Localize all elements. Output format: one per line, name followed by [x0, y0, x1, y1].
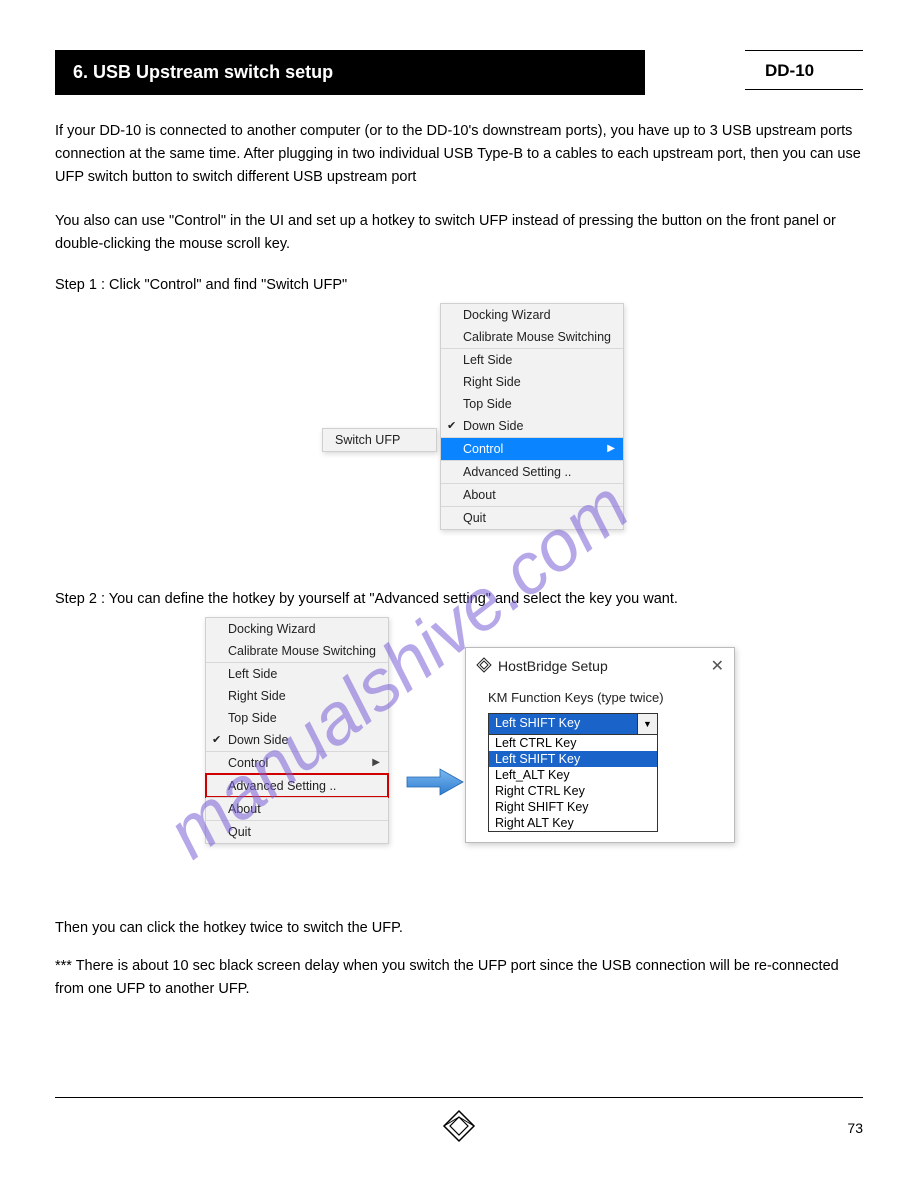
menu-item-down-side[interactable]: ✔ Down Side	[441, 415, 623, 437]
menu-item-advanced-highlighted[interactable]: Advanced Setting ..	[206, 774, 388, 797]
closing-p1: Then you can click the hotkey twice to s…	[55, 917, 863, 940]
header-right: DD-10	[745, 50, 863, 90]
footer-divider	[55, 1097, 863, 1098]
step-2: Step 2 : You can define the hotkey by yo…	[55, 588, 863, 611]
chevron-down-icon[interactable]: ▼	[637, 714, 657, 734]
select-value: Left SHIFT Key	[489, 714, 637, 734]
dialog-titlebar: HostBridge Setup ✕	[466, 648, 734, 684]
arrow-icon	[405, 767, 465, 802]
menu-item-label: Control	[228, 756, 268, 770]
body-text: If your DD-10 is connected to another co…	[55, 120, 863, 297]
control-intro: You also can use "Control" in the UI and…	[55, 210, 863, 256]
menu-item-down-side[interactable]: ✔ Down Side	[206, 729, 388, 751]
context-menu-2: Docking Wizard Calibrate Mouse Switching…	[205, 617, 389, 844]
intro-paragraph: If your DD-10 is connected to another co…	[55, 120, 863, 190]
km-key-select[interactable]: Left SHIFT Key ▼	[488, 713, 658, 735]
menu-item-quit[interactable]: Quit	[441, 506, 623, 529]
dialog-title-text: HostBridge Setup	[498, 658, 608, 674]
menu-item-label: Down Side	[463, 419, 523, 433]
km-key-dropdown: Left CTRL Key Left SHIFT Key Left_ALT Ke…	[488, 735, 658, 832]
menu-item-docking-wizard[interactable]: Docking Wizard	[441, 304, 623, 326]
model-label: DD-10	[745, 51, 863, 89]
check-icon: ✔	[447, 419, 456, 432]
menu-item-control[interactable]: Control ▶	[206, 751, 388, 774]
diamond-icon	[476, 657, 492, 676]
menu-item-calibrate[interactable]: Calibrate Mouse Switching	[206, 640, 388, 662]
option-left-shift[interactable]: Left SHIFT Key	[489, 751, 657, 767]
footer-logo-icon	[442, 1109, 476, 1148]
menu-item-top-side[interactable]: Top Side	[206, 707, 388, 729]
option-right-alt[interactable]: Right ALT Key	[489, 815, 657, 831]
step-1: Step 1 : Click "Control" and find "Switc…	[55, 274, 863, 297]
close-icon[interactable]: ✕	[711, 656, 724, 676]
menu-item-top-side[interactable]: Top Side	[441, 393, 623, 415]
menu-item-right-side[interactable]: Right Side	[206, 685, 388, 707]
dialog-title: HostBridge Setup	[476, 657, 608, 676]
menu-item-advanced[interactable]: Advanced Setting ..	[441, 460, 623, 483]
check-icon: ✔	[212, 733, 221, 746]
option-right-ctrl[interactable]: Right CTRL Key	[489, 783, 657, 799]
menu-item-right-side[interactable]: Right Side	[441, 371, 623, 393]
dialog-label: KM Function Keys (type twice)	[488, 690, 712, 705]
context-menu-1: Docking Wizard Calibrate Mouse Switching…	[440, 303, 624, 530]
menu-item-left-side[interactable]: Left Side	[206, 662, 388, 685]
menu-item-calibrate[interactable]: Calibrate Mouse Switching	[441, 326, 623, 348]
menu-item-label: Control	[463, 442, 503, 456]
chevron-right-icon: ▶	[607, 443, 615, 454]
closing-p2: *** There is about 10 sec black screen d…	[55, 955, 863, 1001]
option-left-ctrl[interactable]: Left CTRL Key	[489, 735, 657, 751]
chevron-right-icon: ▶	[372, 757, 380, 768]
menu-item-label: Down Side	[228, 733, 288, 747]
option-left-alt[interactable]: Left_ALT Key	[489, 767, 657, 783]
menu-item-quit[interactable]: Quit	[206, 820, 388, 843]
submenu-switch-ufp: Switch UFP	[322, 428, 437, 452]
hostbridge-dialog: HostBridge Setup ✕ KM Function Keys (typ…	[465, 647, 735, 843]
menu-item-docking-wizard[interactable]: Docking Wizard	[206, 618, 388, 640]
menu-item-control[interactable]: Control ▶	[441, 437, 623, 460]
option-right-shift[interactable]: Right SHIFT Key	[489, 799, 657, 815]
closing-text: Then you can click the hotkey twice to s…	[55, 917, 863, 1001]
section-title: 6. USB Upstream switch setup	[55, 50, 645, 95]
page-number: 73	[847, 1120, 863, 1136]
menu-item-about[interactable]: About	[441, 483, 623, 506]
menu-item-about[interactable]: About	[206, 797, 388, 820]
menu-item-left-side[interactable]: Left Side	[441, 348, 623, 371]
menu-item-switch-ufp[interactable]: Switch UFP	[323, 429, 436, 451]
step-2-block: Step 2 : You can define the hotkey by yo…	[55, 588, 863, 611]
